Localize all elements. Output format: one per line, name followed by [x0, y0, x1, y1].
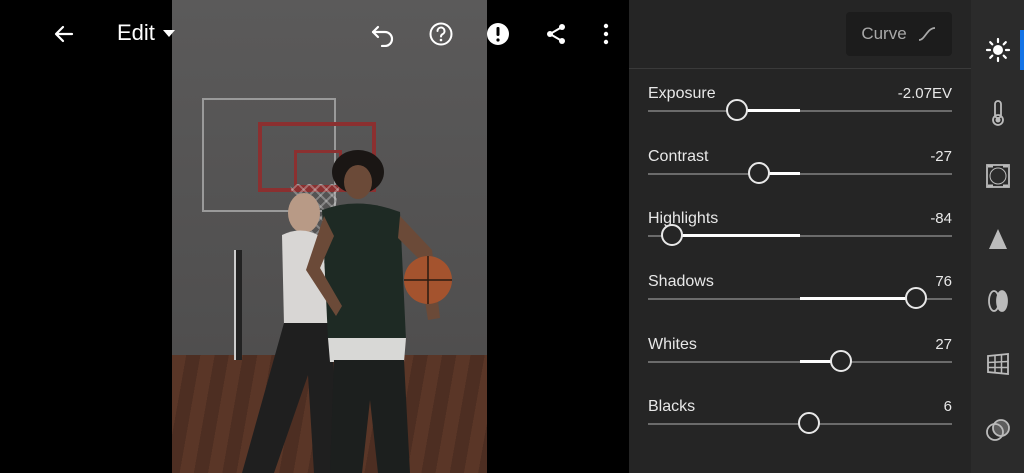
exposure-slider-row: Exposure -2.07EV	[648, 85, 952, 135]
slider-value: 6	[943, 398, 952, 415]
curve-button-label: Curve	[861, 24, 907, 43]
panel-divider	[629, 68, 971, 69]
slider-label: Exposure	[648, 85, 716, 102]
blacks-slider-row: Blacks 6	[648, 398, 952, 448]
top-toolbar: Edit	[0, 0, 629, 68]
slider-value: 76	[935, 273, 952, 290]
blacks-slider-handle[interactable]	[798, 412, 821, 434]
photo-viewport	[0, 0, 629, 473]
more-vertical-icon[interactable]	[590, 18, 622, 50]
slider-label: Blacks	[648, 398, 696, 415]
whites-slider-row: Whites 27	[648, 336, 952, 386]
optics-icon[interactable]	[971, 276, 1024, 326]
slider-label: Whites	[648, 336, 697, 353]
geometry-icon[interactable]	[971, 339, 1024, 389]
mixer-icon[interactable]	[971, 405, 1024, 455]
help-icon[interactable]	[425, 18, 457, 50]
detail-icon[interactable]	[971, 214, 1024, 264]
back-arrow-icon[interactable]	[48, 18, 80, 50]
undo-icon[interactable]	[367, 18, 399, 50]
color-temperature-icon[interactable]	[971, 88, 1024, 138]
alert-icon[interactable]	[482, 18, 514, 50]
curve-icon	[918, 27, 935, 41]
slider-label: Shadows	[648, 273, 714, 290]
slider-fill	[672, 234, 800, 237]
edit-mode-label: Edit	[117, 20, 155, 45]
slider-label: Highlights	[648, 210, 719, 227]
slider-value: -27	[930, 148, 952, 165]
edit-mode-dropdown[interactable]: Edit	[117, 20, 175, 46]
slider-fill	[800, 297, 916, 300]
curve-button[interactable]: Curve	[846, 12, 952, 56]
contrast-slider-handle[interactable]	[747, 162, 770, 184]
whites-slider-handle[interactable]	[830, 350, 853, 372]
share-icon[interactable]	[540, 18, 572, 50]
highlights-slider-row: Highlights -84	[648, 210, 952, 260]
photo-preview[interactable]	[172, 0, 487, 473]
slider-value: -2.07EV	[897, 85, 952, 102]
effects-vignette-icon[interactable]	[971, 151, 1024, 201]
contrast-slider-track[interactable]	[648, 173, 952, 175]
photo-person-right	[306, 150, 452, 473]
slider-value: 27	[935, 336, 952, 353]
slider-value: -84	[930, 210, 952, 227]
exposure-slider-handle[interactable]	[726, 99, 749, 121]
contrast-slider-row: Contrast -27	[648, 148, 952, 198]
light-icon[interactable]	[971, 25, 1024, 75]
slider-label: Contrast	[648, 148, 709, 165]
shadows-slider-handle[interactable]	[904, 287, 927, 309]
caret-down-icon	[162, 29, 175, 37]
exposure-slider-track[interactable]	[648, 110, 952, 112]
shadows-slider-row: Shadows 76	[648, 273, 952, 323]
highlights-slider-handle[interactable]	[661, 224, 684, 246]
